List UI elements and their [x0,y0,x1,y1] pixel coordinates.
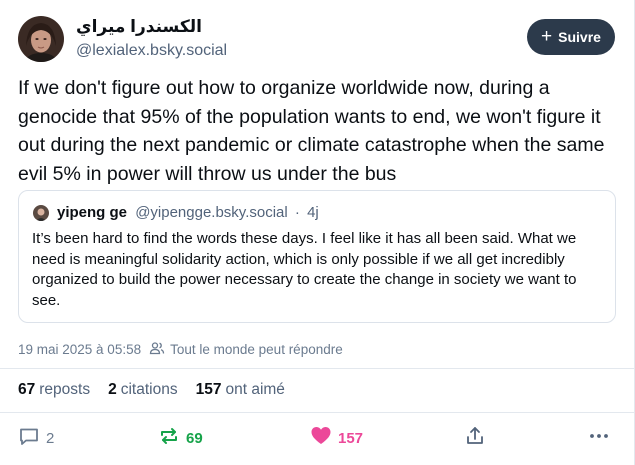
more-options-button[interactable] [588,424,610,452]
quote-text: It’s been hard to find the words these d… [32,230,577,309]
people-icon [149,340,165,359]
reply-count: 2 [46,429,55,447]
quote-time: 4j [307,204,319,221]
quote-separator: · [294,204,300,221]
quotes-count: 2 [108,381,117,398]
reply-settings-label: Tout le monde peut répondre [170,342,343,357]
reposts-label: reposts [39,381,91,398]
post-text: If we don't figure out how to organize w… [18,77,605,185]
quote-author-name: yipeng ge [57,204,128,221]
repost-button[interactable]: 69 [158,424,203,452]
reply-icon [18,425,40,451]
quotes-label: citations [120,381,178,398]
quote-author-handle: @yipengge.bsky.social [135,204,288,221]
share-button[interactable] [464,424,486,452]
quote-header: yipeng ge @yipengge.bsky.social · 4j [57,204,319,221]
like-count: 157 [338,429,364,447]
likes-count: 157 [195,381,222,398]
engagement-stats: 67 reposts 2 citations 157 ont aimé [18,381,285,399]
author-avatar[interactable] [18,16,64,62]
plus-icon: + [541,25,553,47]
repost-icon [158,425,180,451]
post-thread-item: الكسندرا ميراي @lexialex.bsky.social + S… [0,0,635,465]
reposts-stat[interactable]: 67 reposts [18,381,90,399]
reply-button[interactable]: 2 [18,424,54,452]
quotes-stat[interactable]: 2 citations [108,381,178,399]
author-display-name[interactable]: الكسندرا ميراي [76,17,202,37]
quoted-post[interactable]: yipeng ge @yipengge.bsky.social · 4j It’… [18,190,616,323]
divider [0,368,635,369]
divider [0,412,635,413]
more-icon [588,425,610,451]
likes-label: ont aimé [225,381,285,398]
author-handle[interactable]: @lexialex.bsky.social [76,42,227,60]
reposts-count: 67 [18,381,36,398]
post-meta: 19 mai 2025 à 05:58 Tout le monde peut r… [18,340,343,359]
repost-count: 69 [186,429,203,447]
like-button[interactable]: 157 [310,424,363,452]
quote-author-avatar [33,205,49,221]
follow-button-label: Suivre [558,29,601,45]
follow-button[interactable]: + Suivre [527,19,615,55]
share-icon [464,425,486,451]
post-timestamp: 19 mai 2025 à 05:58 [18,342,142,357]
heart-icon [310,425,332,451]
reply-settings[interactable]: Tout le monde peut répondre [149,340,343,359]
likes-stat[interactable]: 157 ont aimé [196,381,285,399]
